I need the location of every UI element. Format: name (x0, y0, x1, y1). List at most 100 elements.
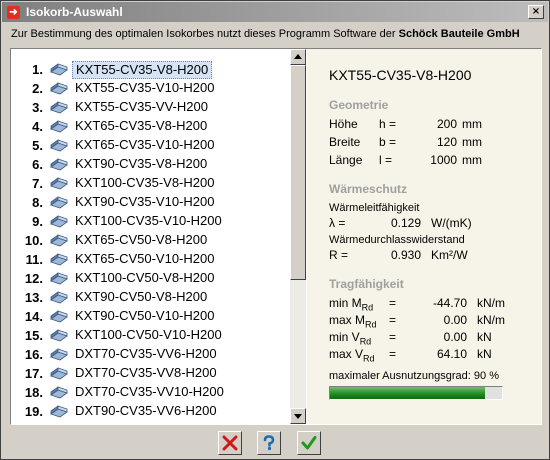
list-item[interactable]: 5. KXT65-CV35-V10-H200 (11, 136, 289, 155)
list-item-label: DXT70-CV35-VV10-H200 (75, 384, 224, 399)
list-item-label: KXT100-CV35-V8-H200 (75, 175, 215, 190)
isokorb-part-icon (49, 405, 69, 418)
isokorb-part-icon (49, 158, 69, 171)
capacity-value: 0.00 (443, 330, 467, 344)
list-item[interactable]: 15. KXT100-CV50-V10-H200 (11, 326, 289, 345)
capacity-name-text: max M (329, 313, 365, 327)
isokorb-part-icon (49, 120, 69, 133)
list-item[interactable]: 8. KXT90-CV35-V10-H200 (11, 193, 289, 212)
list-item[interactable]: 7. KXT100-CV35-V8-H200 (11, 174, 289, 193)
list-item[interactable]: 11. KXT65-CV50-V10-H200 (11, 250, 289, 269)
list-item[interactable]: 12. KXT100-CV50-V8-H200 (11, 269, 289, 288)
green-check-icon (301, 436, 317, 450)
list-item[interactable]: 18. DXT70-CV35-VV10-H200 (11, 383, 289, 402)
list-item-number: 4. (32, 119, 43, 134)
capacity-heading: Tragfähigkeit (329, 277, 404, 291)
list-item[interactable]: 1. KXT55-CV35-V8-H200 (11, 60, 289, 79)
geometry-value: 1000 (430, 153, 457, 167)
list-item-label: DXT70-CV35-VV8-H200 (75, 365, 217, 380)
list-item[interactable]: 19. DXT90-CV35-VV6-H200 (11, 402, 289, 421)
capacity-name-text: min V (329, 330, 360, 344)
list-item[interactable]: 13. KXT90-CV50-V8-H200 (11, 288, 289, 307)
geometry-symbol: b = (379, 135, 397, 149)
list-item-number: 16. (24, 347, 43, 362)
geometry-heading: Geometrie (329, 98, 389, 112)
list-item[interactable]: 14. KXT90-CV50-V10-H200 (11, 307, 289, 326)
list-item[interactable]: 9. KXT100-CV35-V10-H200 (11, 212, 289, 231)
list-item[interactable]: 16. DXT70-CV35-VV6-H200 (11, 345, 289, 364)
r-value: 0.930 (390, 248, 421, 262)
list-item-number: 3. (32, 100, 43, 115)
geometry-name: Länge (329, 153, 363, 167)
title-bar[interactable]: ➜ Isokorb-Auswahl × (2, 2, 548, 22)
capacity-name-text: max V (329, 347, 364, 361)
capacity-symbol: = (389, 313, 397, 327)
close-button[interactable]: × (528, 5, 544, 19)
list-item-number: 19. (24, 404, 43, 419)
list-scrollbar[interactable] (290, 49, 306, 424)
lambda-value: 0.129 (390, 216, 421, 230)
list-item[interactable]: 3. KXT55-CV35-VV-H200 (11, 98, 289, 117)
capacity-name-text: min M (329, 296, 362, 310)
r-label: Wärmedurchlasswiderstand (329, 234, 465, 246)
r-symbol: R = (329, 248, 349, 262)
isokorb-part-icon (49, 386, 69, 399)
capacity-unit: kN/m (477, 313, 505, 327)
list-item[interactable]: 6. KXT90-CV35-V8-H200 (11, 155, 289, 174)
list-item-number: 10. (24, 233, 43, 248)
list-item-number: 17. (24, 366, 43, 381)
list-item-number: 6. (32, 157, 43, 172)
list-item-number: 9. (32, 214, 43, 229)
geometry-unit: mm (462, 153, 482, 167)
capacity-unit: kN/m (477, 296, 505, 310)
list-item-number: 1. (32, 62, 43, 77)
list-item[interactable]: 2. KXT55-CV35-V10-H200 (11, 79, 289, 98)
capacity-value: 64.10 (436, 347, 467, 361)
ok-button[interactable] (297, 431, 321, 455)
list-item-label: KXT90-CV50-V10-H200 (75, 308, 215, 323)
geometry-value: 200 (436, 117, 457, 131)
help-button[interactable] (257, 431, 281, 455)
list-item-label: KXT100-CV50-V10-H200 (75, 327, 222, 342)
list-item[interactable]: 4. KXT65-CV35-V8-H200 (11, 117, 289, 136)
list-item-label: KXT55-CV35-V8-H200 (72, 61, 213, 79)
isokorb-part-icon (49, 291, 69, 304)
capacity-symbol: = (389, 330, 397, 344)
list-item-label: DXT70-CV35-VV6-H200 (75, 346, 217, 361)
geometry-value: 120 (436, 135, 457, 149)
list-item-number: 5. (32, 138, 43, 153)
lambda-label: Wärmeleitfähigkeit (329, 202, 420, 214)
capacity-symbol: = (389, 296, 397, 310)
utilization-label: maximaler Ausnutzungsgrad: 90 % (329, 370, 499, 382)
utilization-progress-fill (330, 387, 485, 399)
geometry-unit: mm (462, 135, 482, 149)
red-x-icon (222, 435, 238, 451)
cancel-button[interactable] (218, 431, 242, 455)
capacity-subscript: Rd (359, 336, 372, 347)
list-item-number: 18. (24, 385, 43, 400)
info-text-main: Zur Bestimmung des optimalen Isokorbes n… (11, 28, 399, 40)
question-icon (263, 435, 275, 451)
capacity-subscript: Rd (365, 319, 377, 330)
capacity-subscript: Rd (361, 302, 374, 313)
capacity-value: -44.70 (432, 296, 467, 310)
list-item[interactable]: 10. KXT65-CV50-V8-H200 (11, 231, 289, 250)
scroll-up-button[interactable] (290, 49, 306, 65)
product-list[interactable]: 1. KXT55-CV35-V8-H200 2. KXT55-CV35-V10-H20… (11, 49, 289, 424)
isokorb-part-icon (49, 272, 69, 285)
list-item[interactable]: 17. DXT70-CV35-VV8-H200 (11, 364, 289, 383)
isokorb-part-icon (49, 253, 69, 266)
scroll-thumb[interactable] (290, 65, 306, 280)
capacity-name: max VRd (329, 347, 375, 363)
geometry-name: Breite (329, 135, 361, 149)
list-item-label: KXT100-CV50-V8-H200 (75, 270, 215, 285)
capacity-name: min VRd (329, 330, 371, 346)
lambda-symbol: λ = (329, 216, 346, 230)
isokorb-part-icon (49, 82, 69, 95)
list-item-label: KXT90-CV35-V10-H200 (75, 194, 215, 209)
app-arrow-icon: ➜ (7, 6, 20, 19)
list-item-number: 13. (24, 290, 43, 305)
isokorb-part-icon (49, 101, 69, 114)
arrow-down-icon (294, 414, 302, 419)
scroll-down-button[interactable] (290, 408, 306, 424)
